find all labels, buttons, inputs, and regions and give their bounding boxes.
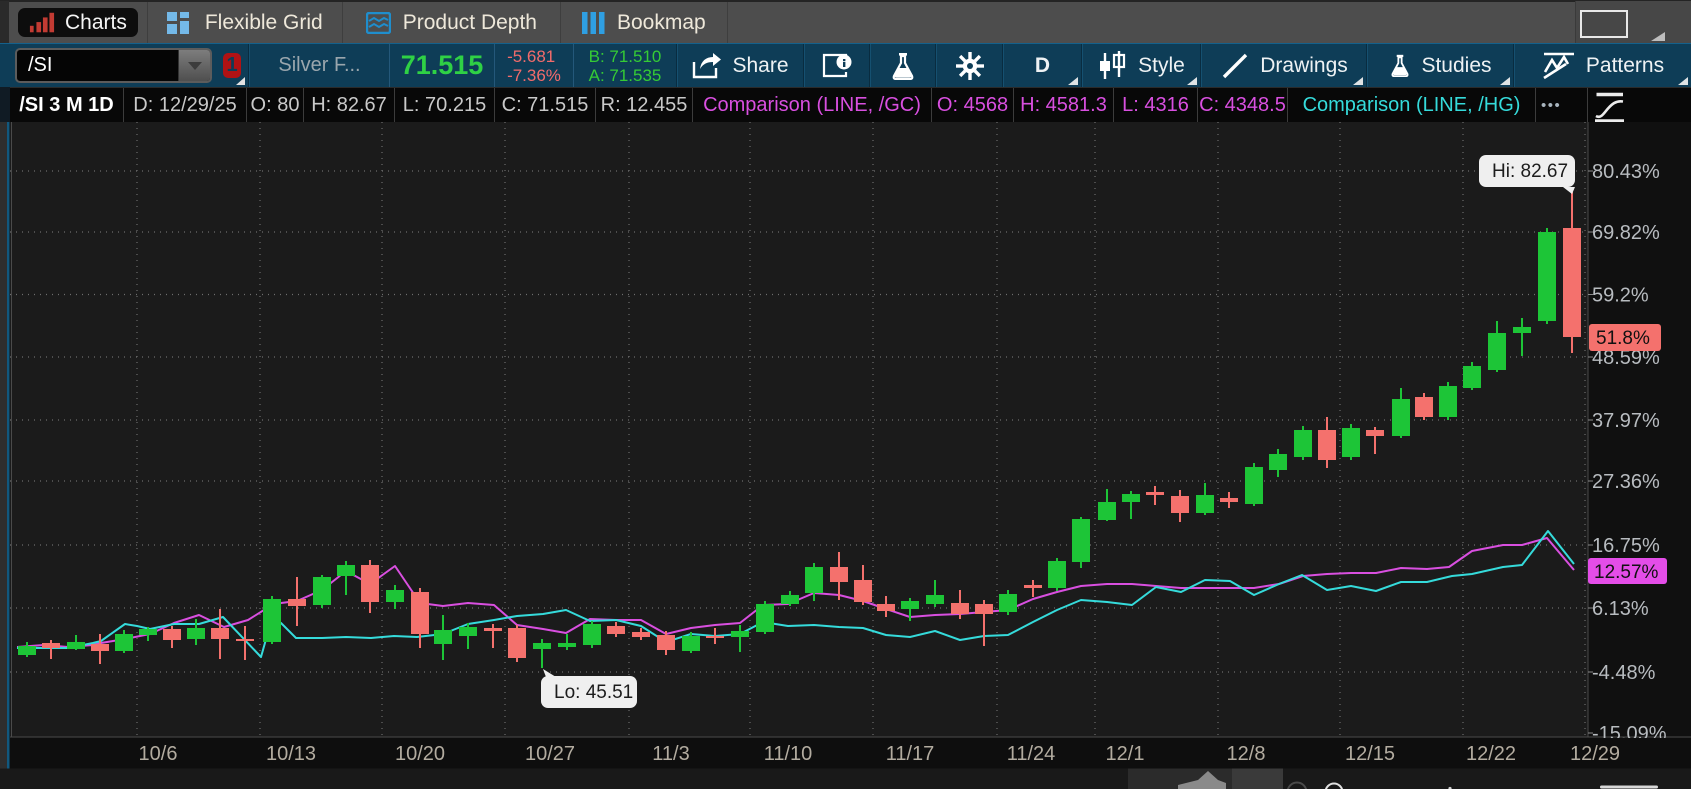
svg-text:12/8: 12/8 <box>1227 743 1266 765</box>
svg-text:10/13: 10/13 <box>266 743 316 765</box>
svg-text:12.57%: 12.57% <box>1594 562 1659 583</box>
svg-text:69.82%: 69.82% <box>1592 222 1660 244</box>
svg-text:11/3: 11/3 <box>652 743 689 765</box>
svg-text:11/24: 11/24 <box>1007 743 1056 765</box>
svg-text:59.2%: 59.2% <box>1592 285 1649 307</box>
svg-text:12/15: 12/15 <box>1345 743 1395 765</box>
svg-text:11/10: 11/10 <box>764 743 813 765</box>
svg-text:37.97%: 37.97% <box>1592 410 1660 432</box>
svg-text:6.13%: 6.13% <box>1592 598 1649 620</box>
svg-text:12/29: 12/29 <box>1570 743 1620 765</box>
svg-text:11/17: 11/17 <box>886 743 935 765</box>
svg-text:27.36%: 27.36% <box>1592 471 1660 493</box>
svg-text:Lo: 45.51: Lo: 45.51 <box>554 682 633 703</box>
svg-text:80.43%: 80.43% <box>1592 161 1660 183</box>
svg-text:51.8%: 51.8% <box>1596 328 1650 349</box>
svg-text:10/6: 10/6 <box>139 743 178 765</box>
svg-text:10/27: 10/27 <box>525 743 575 765</box>
svg-text:-4.48%: -4.48% <box>1592 662 1656 684</box>
svg-text:Hi: 82.67: Hi: 82.67 <box>1492 161 1568 182</box>
svg-text:12/1: 12/1 <box>1106 743 1145 765</box>
svg-text:12/22: 12/22 <box>1466 743 1516 765</box>
svg-text:10/20: 10/20 <box>395 743 445 765</box>
svg-text:16.75%: 16.75% <box>1592 535 1660 557</box>
